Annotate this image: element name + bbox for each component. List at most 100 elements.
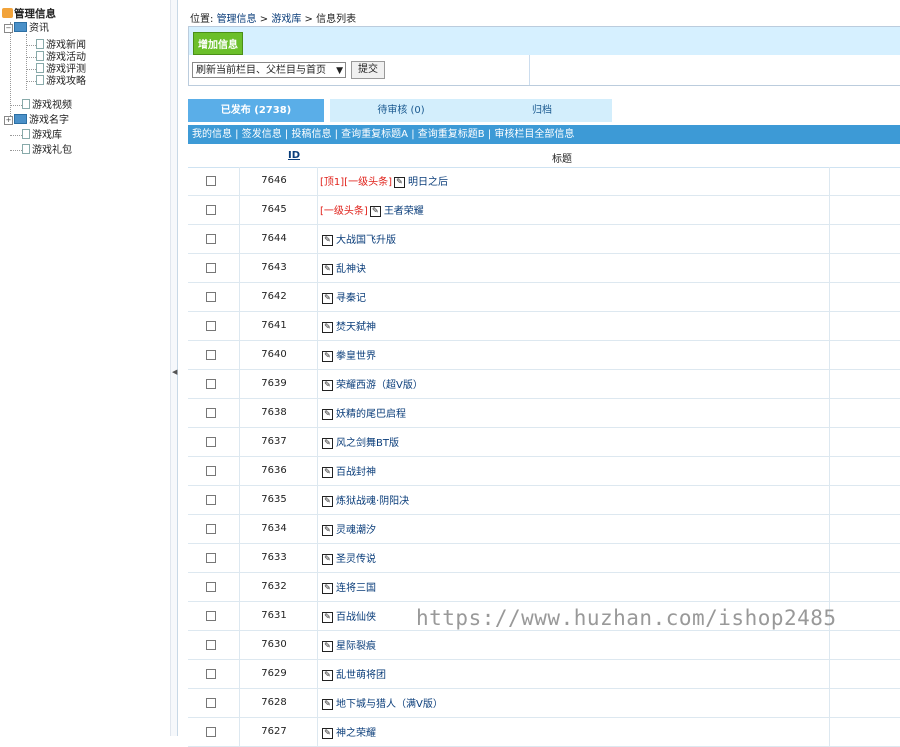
row-title-link[interactable]: 拳皇世界 bbox=[336, 351, 376, 362]
row-title-link[interactable]: 荣耀西游（超V版） bbox=[336, 380, 423, 391]
column-separator bbox=[317, 486, 318, 514]
row-title-link[interactable]: 焚天弑神 bbox=[336, 322, 376, 333]
edit-icon[interactable]: ✎ bbox=[322, 728, 333, 739]
row-checkbox[interactable] bbox=[206, 292, 216, 302]
tree-item-game-videos[interactable]: 游戏视频 bbox=[22, 99, 72, 111]
table-row: 7642 ✎ 寻秦记 bbox=[188, 283, 900, 312]
edit-icon[interactable]: ✎ bbox=[322, 293, 333, 304]
edit-icon[interactable]: ✎ bbox=[322, 264, 333, 275]
row-checkbox[interactable] bbox=[206, 582, 216, 592]
edit-icon[interactable]: ✎ bbox=[322, 322, 333, 333]
collapse-left-icon[interactable]: ◀ bbox=[172, 368, 177, 376]
row-title-cell: ✎ 风之剑舞BT版 bbox=[320, 434, 399, 449]
row-checkbox[interactable] bbox=[206, 698, 216, 708]
row-title-link[interactable]: 大战国飞升版 bbox=[336, 235, 396, 246]
row-title-link[interactable]: 连将三国 bbox=[336, 583, 376, 594]
row-checkbox[interactable] bbox=[206, 263, 216, 273]
row-checkbox[interactable] bbox=[206, 205, 216, 215]
edit-icon[interactable]: ✎ bbox=[322, 380, 333, 391]
edit-icon[interactable]: ✎ bbox=[322, 699, 333, 710]
tree-root[interactable]: 管理信息 bbox=[2, 8, 56, 20]
row-title-link[interactable]: 灵魂潮汐 bbox=[336, 525, 376, 536]
row-checkbox[interactable] bbox=[206, 321, 216, 331]
sidebar-splitter[interactable]: ◀ bbox=[170, 0, 178, 736]
row-checkbox[interactable] bbox=[206, 234, 216, 244]
collapse-icon[interactable]: − bbox=[4, 24, 13, 33]
row-title-link[interactable]: 地下城与猎人（满V版） bbox=[336, 699, 443, 710]
breadcrumb-link-library[interactable]: 游戏库 bbox=[271, 14, 301, 25]
edit-icon[interactable]: ✎ bbox=[322, 351, 333, 362]
edit-icon[interactable]: ✎ bbox=[322, 641, 333, 652]
tree-item-game-guides[interactable]: 游戏攻略 bbox=[36, 75, 86, 87]
row-id: 7631 bbox=[261, 610, 287, 621]
row-checkbox[interactable] bbox=[206, 350, 216, 360]
row-checkbox[interactable] bbox=[206, 495, 216, 505]
submit-button[interactable]: 提交 bbox=[351, 61, 385, 79]
row-title-link[interactable]: 星际裂痕 bbox=[336, 641, 376, 652]
filter-links[interactable]: 我的信息 | 签发信息 | 投稿信息 | 查询重复标题A | 查询重复标题B |… bbox=[192, 129, 574, 140]
row-checkbox[interactable] bbox=[206, 553, 216, 563]
tree-item-game-gifts[interactable]: 游戏礼包 bbox=[22, 144, 72, 156]
tab-published[interactable]: 已发布 (2738) bbox=[188, 99, 324, 122]
row-title-cell: ✎ 神之荣耀 bbox=[320, 724, 376, 739]
row-title-link[interactable]: 妖精的尾巴启程 bbox=[336, 409, 406, 420]
edit-icon[interactable]: ✎ bbox=[322, 235, 333, 246]
tree-item-game-reviews[interactable]: 游戏评测 bbox=[36, 63, 86, 75]
row-checkbox[interactable] bbox=[206, 611, 216, 621]
tree-item-game-events[interactable]: 游戏活动 bbox=[36, 51, 86, 63]
row-checkbox[interactable] bbox=[206, 408, 216, 418]
breadcrumb-link-manage[interactable]: 管理信息 bbox=[217, 14, 257, 25]
column-separator bbox=[239, 718, 240, 746]
tab-pending[interactable]: 待审核 (0) bbox=[330, 99, 472, 122]
edit-icon[interactable]: ✎ bbox=[322, 525, 333, 536]
table-row: 7640 ✎ 拳皇世界 bbox=[188, 341, 900, 370]
tree-item-game-news[interactable]: 游戏新闻 bbox=[36, 39, 86, 51]
edit-icon[interactable]: ✎ bbox=[322, 467, 333, 478]
column-separator bbox=[317, 225, 318, 253]
row-id: 7646 bbox=[261, 175, 287, 186]
row-title-link[interactable]: 神之荣耀 bbox=[336, 728, 376, 739]
add-info-button[interactable]: 增加信息 bbox=[193, 32, 243, 55]
filter-link-bar[interactable]: 我的信息 | 签发信息 | 投稿信息 | 查询重复标题A | 查询重复标题B |… bbox=[188, 125, 900, 144]
column-separator bbox=[239, 573, 240, 601]
tree-item-news[interactable]: − 资讯 bbox=[4, 22, 49, 34]
row-title-link[interactable]: 百战仙侠 bbox=[336, 612, 376, 623]
watermark-text: https://www.huzhan.com/ishop2485 bbox=[416, 606, 837, 630]
row-checkbox[interactable] bbox=[206, 466, 216, 476]
edit-icon[interactable]: ✎ bbox=[393, 177, 405, 188]
row-title-link[interactable]: 明日之后 bbox=[408, 177, 448, 188]
tree-item-game-library[interactable]: 游戏库 bbox=[22, 129, 62, 141]
row-title-link[interactable]: 圣灵传说 bbox=[336, 554, 376, 565]
refresh-select[interactable]: 刷新当前栏目、父栏目与首页 ▼ bbox=[192, 62, 346, 78]
edit-icon[interactable]: ✎ bbox=[322, 670, 333, 681]
row-title-link[interactable]: 乱世萌将团 bbox=[336, 670, 386, 681]
row-id: 7639 bbox=[261, 378, 287, 389]
row-title-link[interactable]: 寻秦记 bbox=[336, 293, 366, 304]
edit-icon[interactable]: ✎ bbox=[322, 554, 333, 565]
edit-icon[interactable]: ✎ bbox=[322, 583, 333, 594]
tree-item-game-names[interactable]: + 游戏名字 bbox=[4, 114, 69, 126]
edit-icon[interactable]: ✎ bbox=[322, 612, 333, 623]
edit-icon[interactable]: ✎ bbox=[369, 206, 381, 217]
column-separator bbox=[239, 602, 240, 630]
expand-icon[interactable]: + bbox=[4, 116, 13, 125]
edit-icon[interactable]: ✎ bbox=[322, 438, 333, 449]
row-checkbox[interactable] bbox=[206, 176, 216, 186]
edit-icon[interactable]: ✎ bbox=[322, 409, 333, 420]
edit-icon[interactable]: ✎ bbox=[322, 496, 333, 507]
row-checkbox[interactable] bbox=[206, 379, 216, 389]
row-checkbox[interactable] bbox=[206, 524, 216, 534]
row-checkbox[interactable] bbox=[206, 640, 216, 650]
row-title-link[interactable]: 乱神诀 bbox=[336, 264, 366, 275]
row-checkbox[interactable] bbox=[206, 669, 216, 679]
row-title-link[interactable]: 百战封神 bbox=[336, 467, 376, 478]
row-title-link[interactable]: 炼狱战魂·阴阳决 bbox=[336, 496, 409, 507]
column-header-id[interactable]: ID bbox=[274, 150, 314, 161]
row-title-link[interactable]: 王者荣耀 bbox=[384, 206, 424, 217]
row-title-link[interactable]: 风之剑舞BT版 bbox=[336, 438, 399, 449]
tab-archive[interactable]: 归档 bbox=[472, 99, 612, 122]
row-checkbox[interactable] bbox=[206, 437, 216, 447]
row-id: 7632 bbox=[261, 581, 287, 592]
row-title-cell: ✎ 炼狱战魂·阴阳决 bbox=[320, 492, 409, 507]
column-separator bbox=[239, 428, 240, 456]
